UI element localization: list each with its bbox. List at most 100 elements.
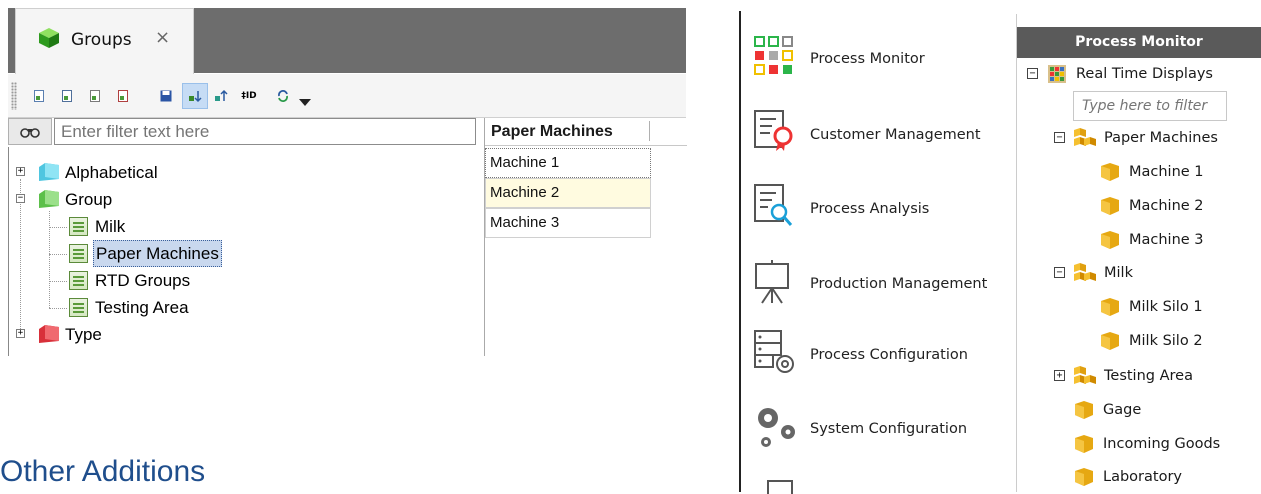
expand-icon[interactable]: +: [16, 167, 25, 176]
tree-item-rtd-groups[interactable]: RTD Groups: [9, 267, 479, 294]
collapse-icon[interactable]: −: [16, 194, 25, 203]
id-icon: ‡ID: [241, 91, 257, 101]
tab-groups[interactable]: Groups ×: [15, 8, 194, 75]
tree-label: Gage: [1103, 402, 1142, 418]
grid-row[interactable]: Machine 1: [485, 148, 651, 178]
filter-input[interactable]: [54, 118, 476, 145]
certificate-icon: [754, 110, 793, 151]
refresh-button[interactable]: [272, 85, 294, 107]
nav-label: System Configuration: [810, 421, 968, 437]
panel-border: [739, 11, 741, 492]
delete-icon: [118, 90, 128, 102]
tree-label: Milk: [1104, 265, 1133, 281]
tree-label: Machine 2: [1129, 198, 1204, 214]
tree-label: Paper Machines: [1104, 130, 1218, 146]
cubes-group-icon: [1074, 366, 1096, 384]
sort-group-button[interactable]: [182, 83, 208, 109]
chevron-down-icon: [299, 99, 311, 106]
nav-item-production-management[interactable]: Production Management: [748, 255, 1016, 315]
expand-icon[interactable]: +: [1054, 370, 1065, 381]
column-separator[interactable]: [649, 121, 650, 141]
grid-row[interactable]: Machine 2: [485, 178, 651, 208]
machines-grid: Paper Machines Machine 1 Machine 2 Machi…: [484, 118, 687, 356]
tab-label: Groups: [71, 30, 132, 50]
process-monitor-icon: [754, 36, 793, 75]
cube-icon: [1075, 401, 1093, 419]
filter-input[interactable]: [1073, 91, 1227, 121]
edit-button[interactable]: [84, 85, 106, 107]
tree-item-paper-machines[interactable]: Paper Machines: [9, 240, 479, 267]
tree-item-group[interactable]: − Group: [9, 186, 479, 213]
cube-icon: [1101, 197, 1119, 215]
toolbar-dropdown-button[interactable]: [294, 92, 316, 114]
server-gear-icon: [754, 330, 794, 373]
cube-icon: [1101, 163, 1119, 181]
nav-item-process-configuration[interactable]: Process Configuration: [748, 328, 1016, 388]
section-heading: Other Additions: [0, 455, 206, 488]
list-icon: [69, 271, 88, 290]
tree-label: Milk Silo 1: [1129, 299, 1203, 315]
tree-label: Testing Area: [95, 298, 189, 317]
close-icon[interactable]: ×: [155, 27, 170, 48]
id-button[interactable]: ‡ID: [238, 85, 260, 107]
nav-label: Process Monitor: [810, 51, 925, 67]
cube-icon: [1101, 332, 1119, 350]
green-folder-icon: [39, 190, 59, 208]
list-icon: [69, 244, 88, 263]
tree-label: Milk Silo 2: [1129, 333, 1203, 349]
nav-label: Production Management: [810, 276, 988, 292]
expand-icon[interactable]: +: [16, 329, 25, 338]
tree-label: Alphabetical: [65, 163, 158, 182]
tree-item-alphabetical[interactable]: + Alphabetical: [9, 159, 479, 186]
save-button[interactable]: [155, 85, 177, 107]
tree-item-type[interactable]: + Type: [9, 321, 479, 348]
collapse-icon[interactable]: −: [1054, 267, 1065, 278]
binoculars-button[interactable]: [8, 118, 52, 145]
filter-row: [8, 118, 476, 145]
tree-label: Laboratory: [1103, 469, 1182, 485]
new-button[interactable]: [28, 85, 50, 107]
panel-divider: [1016, 14, 1017, 492]
new-icon: [34, 90, 44, 102]
collapse-icon[interactable]: −: [1027, 68, 1038, 79]
list-icon: [69, 217, 88, 236]
tree-label: Group: [65, 190, 113, 209]
tree-item-milk[interactable]: Milk: [9, 213, 479, 240]
tree-label: Machine 1: [1129, 164, 1204, 180]
collapse-icon[interactable]: −: [1054, 132, 1065, 143]
gears-icon: [758, 408, 795, 447]
nav-item-process-monitor[interactable]: Process Monitor: [748, 30, 1016, 90]
tree-label: Real Time Displays: [1076, 66, 1213, 82]
tree-label: Type: [65, 325, 102, 344]
sort-alpha-button[interactable]: [210, 85, 232, 107]
binoculars-icon: [20, 127, 40, 138]
grid-header[interactable]: Paper Machines: [485, 118, 687, 146]
tree-label: Machine 3: [1129, 232, 1204, 248]
groups-window: Groups × ‡ID Enter filter text here + Al…: [8, 8, 687, 356]
cube-icon: [1075, 468, 1093, 486]
delete-button[interactable]: [112, 85, 134, 107]
tree-label: RTD Groups: [95, 271, 191, 290]
nav-label: Customer Management: [810, 127, 981, 143]
refresh-icon: [278, 90, 288, 102]
nav-label: Process Analysis: [810, 201, 930, 217]
nav-item-system-configuration[interactable]: System Configuration: [748, 400, 1016, 460]
presentation-board-icon: [755, 260, 789, 304]
toolbar: ‡ID: [8, 74, 686, 118]
tree-item-testing-area[interactable]: Testing Area: [9, 294, 479, 321]
red-folder-icon: [39, 325, 59, 343]
open-button[interactable]: [56, 85, 78, 107]
grid-row[interactable]: Machine 3: [485, 208, 651, 238]
save-icon: [160, 90, 172, 102]
nav-label: Process Configuration: [810, 347, 968, 363]
toolbar-grip[interactable]: [11, 82, 17, 110]
nav-item-process-analysis[interactable]: Process Analysis: [748, 180, 1016, 240]
tree-label: Paper Machines: [93, 240, 222, 267]
cubes-group-icon: [1074, 263, 1096, 281]
tree-label: Incoming Goods: [1103, 436, 1221, 452]
open-icon: [62, 90, 72, 102]
green-cube-icon: [39, 28, 59, 48]
grid-header-label: Paper Machines: [491, 123, 613, 140]
nav-item-customer-management[interactable]: Customer Management: [748, 105, 1016, 165]
cube-icon: [1101, 298, 1119, 316]
